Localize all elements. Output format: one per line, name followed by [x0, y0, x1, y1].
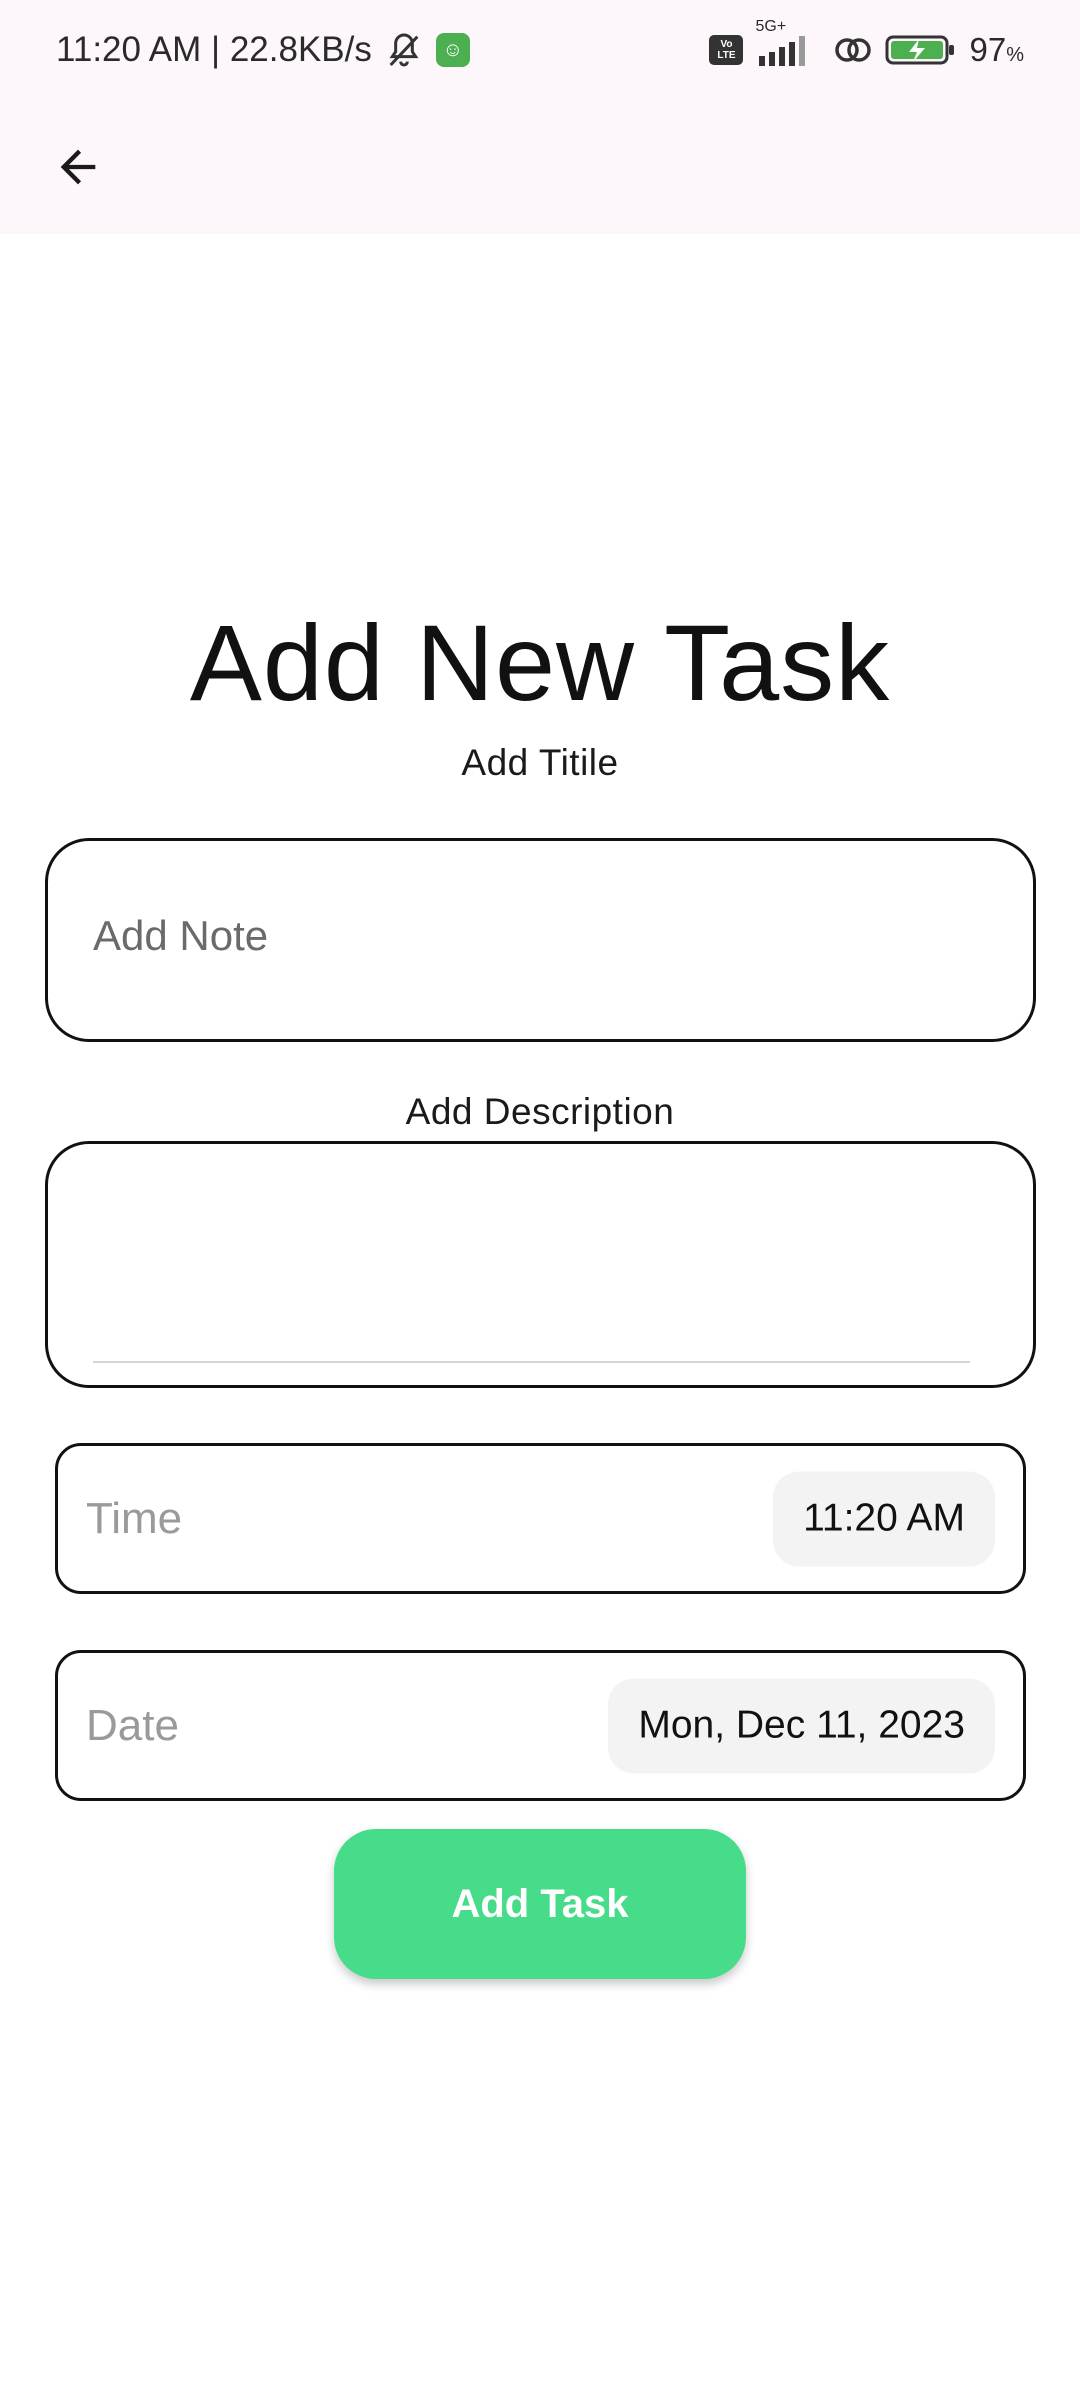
time-field: Time 11:20 AM	[55, 1443, 1026, 1594]
description-input[interactable]	[93, 1174, 973, 1344]
battery-charging-icon	[885, 32, 957, 68]
arrow-back-icon	[60, 149, 96, 185]
mute-bell-icon	[384, 30, 424, 70]
volte-top: Vo	[720, 39, 733, 50]
signal-icon: 5G+	[755, 18, 821, 68]
volte-icon: Vo LTE	[709, 35, 744, 65]
note-input[interactable]	[93, 901, 973, 971]
status-time-speed: 11:20 AM | 22.8KB/s	[56, 30, 372, 69]
add-task-button[interactable]: Add Task	[334, 1829, 746, 1979]
status-right: Vo LTE 5G+ 97%	[709, 18, 1024, 69]
title-label: Add Titile	[461, 742, 619, 783]
description-field[interactable]	[45, 1141, 1036, 1388]
battery-value: 97	[969, 31, 1007, 68]
app-bar	[0, 100, 1080, 234]
link-icon	[833, 32, 873, 68]
volte-bottom: LTE	[717, 50, 736, 61]
network-type: 5G+	[755, 18, 787, 35]
top-area: 11:20 AM | 22.8KB/s ☺ Vo LTE 5G+ 97%	[0, 0, 1080, 234]
description-label: Add Description	[405, 1091, 675, 1132]
battery-percent: 97%	[969, 31, 1024, 69]
page-title: Add New Task	[189, 602, 891, 723]
time-label: Time	[86, 1493, 183, 1543]
add-task-screen: 11:20 AM | 22.8KB/s ☺ Vo LTE 5G+ 97% Add…	[0, 0, 1080, 2400]
description-underline	[93, 1361, 970, 1363]
date-label: Date	[86, 1700, 179, 1750]
app-notification-icon: ☺	[435, 33, 470, 67]
note-field[interactable]	[45, 838, 1036, 1042]
time-picker-button[interactable]: 11:20 AM	[773, 1471, 995, 1566]
date-field: Date Mon, Dec 11, 2023	[55, 1650, 1026, 1801]
back-button[interactable]	[50, 139, 106, 195]
status-bar: 11:20 AM | 22.8KB/s ☺ Vo LTE 5G+ 97%	[0, 0, 1080, 100]
date-picker-button[interactable]: Mon, Dec 11, 2023	[608, 1678, 995, 1773]
status-left: 11:20 AM | 22.8KB/s ☺	[56, 30, 470, 70]
battery-unit: %	[1006, 44, 1024, 66]
